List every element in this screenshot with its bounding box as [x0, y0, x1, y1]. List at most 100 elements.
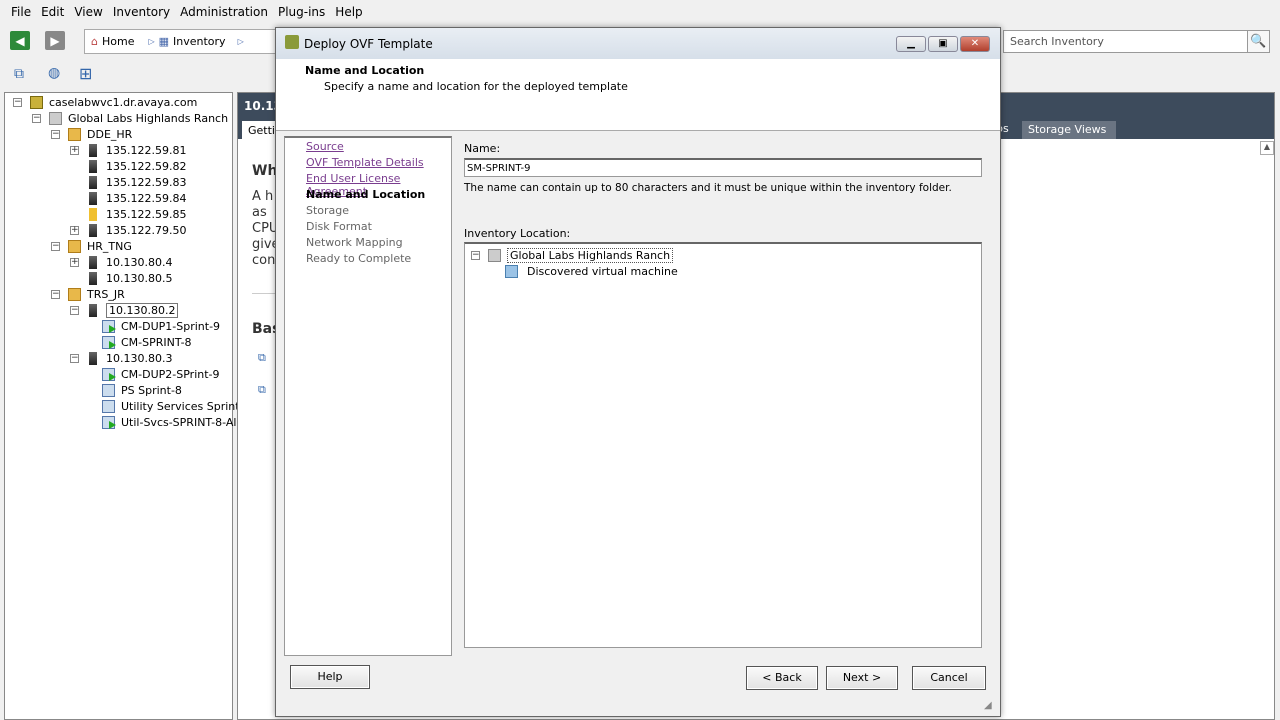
expand-icon[interactable]: +: [70, 257, 79, 267]
vm-folder-icon: [505, 264, 518, 278]
tree-item[interactable]: 10.130.80.5: [70, 270, 172, 286]
new-vm-icon[interactable]: ⧉: [14, 66, 24, 82]
wizard-step: Storage: [306, 204, 350, 217]
tree-item[interactable]: 135.122.59.85: [70, 206, 186, 222]
close-button[interactable]: ✕: [960, 36, 990, 52]
tree-item[interactable]: Utility Services Sprint: [102, 398, 240, 414]
name-hint: The name can contain up to 80 characters…: [464, 182, 952, 194]
expand-icon[interactable]: +: [70, 225, 79, 235]
tree-item-label: 135.122.59.85: [106, 207, 187, 221]
scroll-up-button[interactable]: ▲: [1260, 141, 1274, 155]
wizard-step: Disk Format: [306, 220, 372, 233]
tree-item[interactable]: − HR_TNG: [51, 238, 132, 254]
new-resource-pool-icon[interactable]: ◍: [48, 65, 60, 81]
host-warning-icon: [89, 207, 97, 221]
tree-item[interactable]: PS Sprint-8: [102, 382, 182, 398]
collapse-icon[interactable]: −: [471, 250, 480, 260]
search-icon: 🔍: [1250, 34, 1267, 49]
menu-file[interactable]: File: [11, 5, 31, 19]
collapse-icon[interactable]: −: [70, 305, 79, 315]
tree-item[interactable]: CM-DUP1-Sprint-9: [102, 318, 220, 334]
tree-item[interactable]: +135.122.79.50: [70, 222, 186, 238]
host-icon: [89, 223, 97, 237]
wizard-step[interactable]: Source: [306, 140, 344, 153]
task-icon[interactable]: ⧉: [258, 351, 266, 365]
dialog-titlebar: Deploy OVF Template ▁ ▣ ✕: [276, 28, 1000, 59]
close-icon: ✕: [970, 38, 980, 49]
vm-powered-on-icon: [102, 367, 116, 381]
dialog-header: Name and Location Specify a name and loc…: [276, 59, 1000, 131]
wizard-step: Ready to Complete: [306, 252, 412, 265]
collapse-icon[interactable]: −: [51, 129, 60, 139]
cancel-button[interactable]: Cancel: [912, 666, 986, 690]
location-datacenter[interactable]: − Global Labs Highlands Ranch: [471, 247, 674, 263]
resize-grip-icon[interactable]: ◢: [984, 700, 992, 711]
tree-item[interactable]: 135.122.59.84: [70, 190, 186, 206]
tree-item[interactable]: 135.122.59.82: [70, 158, 186, 174]
menu-edit[interactable]: Edit: [41, 5, 64, 19]
new-vapp-icon[interactable]: ⊞: [79, 64, 92, 83]
section-heading: Wh: [252, 163, 278, 179]
arrow-right-icon: ▶: [50, 33, 60, 48]
collapse-icon[interactable]: −: [70, 353, 79, 363]
tree-item-label: 135.122.79.50: [106, 223, 187, 237]
collapse-icon[interactable]: −: [13, 97, 22, 107]
breadcrumb-inventory[interactable]: Inventory: [173, 35, 226, 48]
tree-item-label: TRS_JR: [87, 287, 125, 301]
tree-item[interactable]: +10.130.80.4: [70, 254, 172, 270]
menu-administration[interactable]: Administration: [180, 5, 268, 19]
next-button[interactable]: Next >: [826, 666, 898, 690]
tree-item-label: DDE_HR: [87, 127, 133, 141]
vm-powered-on-icon: [102, 415, 116, 429]
breadcrumb-home[interactable]: Home: [102, 35, 134, 48]
vm-icon: [102, 383, 115, 397]
menu-plugins[interactable]: Plug-ins: [278, 5, 325, 19]
tree-item-label: Utility Services Sprint: [121, 399, 240, 413]
tree-item-label: 10.130.80.4: [106, 255, 173, 269]
minimize-icon: ▁: [907, 38, 915, 49]
host-icon: [89, 255, 97, 269]
wizard-step[interactable]: OVF Template Details: [306, 156, 424, 169]
tree-item[interactable]: − 10.130.80.3: [70, 350, 172, 366]
host-icon: [89, 191, 97, 205]
menu-view[interactable]: View: [74, 5, 102, 19]
folder-icon: [68, 239, 81, 253]
tree-item[interactable]: CM-DUP2-SPrint-9: [102, 366, 220, 382]
dialog-title: Deploy OVF Template: [304, 37, 433, 51]
collapse-icon[interactable]: −: [51, 289, 60, 299]
back-nav-button[interactable]: ◀: [10, 31, 30, 50]
tree-item[interactable]: − DDE_HR: [51, 126, 132, 142]
back-button[interactable]: < Back: [746, 666, 818, 690]
tree-item[interactable]: Util-Svcs-SPRINT-8-Al: [102, 414, 236, 430]
vm-icon: [102, 399, 115, 413]
datacenter-icon: [488, 248, 501, 262]
collapse-icon[interactable]: −: [51, 241, 60, 251]
forward-nav-button[interactable]: ▶: [45, 31, 65, 50]
tree-item[interactable]: CM-SPRINT-8: [102, 334, 192, 350]
deploy-ovf-dialog: Deploy OVF Template ▁ ▣ ✕ Name and Locat…: [275, 27, 1001, 717]
location-folder[interactable]: Discovered virtual machine: [505, 263, 678, 279]
menu-inventory[interactable]: Inventory: [113, 5, 170, 19]
tree-item[interactable]: − caselabwvc1.dr.avaya.com: [13, 94, 197, 110]
tree-item[interactable]: − TRS_JR: [51, 286, 125, 302]
search-input[interactable]: Search Inventory: [1003, 30, 1248, 53]
task-icon[interactable]: ⧉: [258, 383, 266, 397]
tab-storage-views[interactable]: Storage Views: [1022, 121, 1117, 139]
search-button[interactable]: 🔍: [1247, 30, 1270, 53]
menu-help[interactable]: Help: [335, 5, 362, 19]
help-button[interactable]: Help: [290, 665, 370, 689]
tree-item[interactable]: − Global Labs Highlands Ranch: [32, 110, 228, 126]
vm-name-input[interactable]: [464, 158, 982, 177]
tree-item-label: 10.130.80.3: [106, 351, 173, 365]
tree-item-label: 10.130.80.5: [106, 271, 173, 285]
expand-icon[interactable]: +: [70, 145, 79, 155]
host-icon: [89, 351, 97, 365]
tree-item[interactable]: 135.122.59.83: [70, 174, 186, 190]
minimize-button[interactable]: ▁: [896, 36, 926, 52]
datacenter-icon: [49, 111, 62, 125]
tree-item[interactable]: +135.122.59.81: [70, 142, 186, 158]
tree-item[interactable]: − 10.130.80.2: [70, 302, 179, 318]
tree-item-label: Util-Svcs-SPRINT-8-Al: [121, 415, 237, 429]
collapse-icon[interactable]: −: [32, 113, 41, 123]
maximize-button[interactable]: ▣: [928, 36, 958, 52]
